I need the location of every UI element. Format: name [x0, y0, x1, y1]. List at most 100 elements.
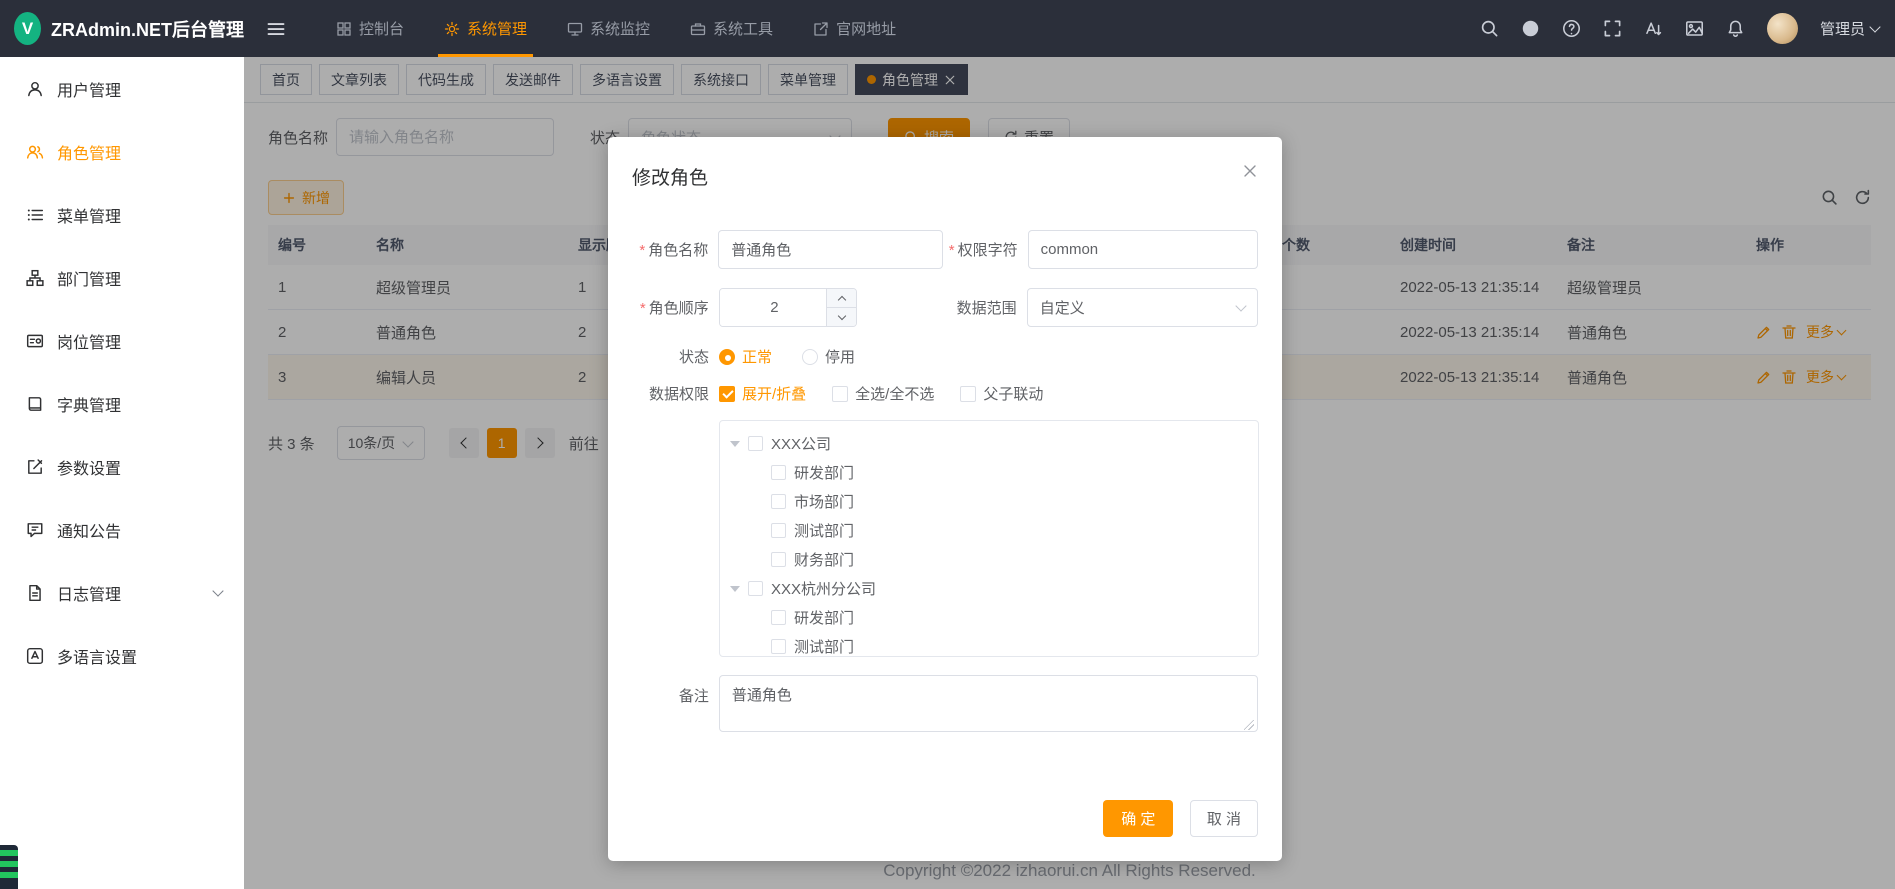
topnav-label: 系统管理 [467, 18, 527, 39]
form-row: *角色名称 *权限字符 [608, 230, 1258, 269]
sidebar-item-label: 日志管理 [57, 581, 121, 605]
sidebar-item-i18n-settings[interactable]: 多语言设置 [0, 624, 244, 687]
tree-checkbox[interactable] [748, 581, 763, 596]
caret-down-icon[interactable] [730, 441, 740, 447]
label-text: 备注 [679, 688, 709, 705]
tree-node-branch-company[interactable]: XXX杭州分公司 [720, 574, 1258, 603]
topnav-label: 控制台 [359, 18, 404, 39]
role-name-label: *角色名称 [608, 239, 718, 260]
tree-node-label[interactable]: 测试部门 [794, 636, 854, 657]
topnav-item-console[interactable]: 控制台 [316, 0, 424, 57]
decrease-button[interactable] [827, 307, 856, 326]
caret-down-icon[interactable] [730, 586, 740, 592]
confirm-button[interactable]: 确 定 [1103, 800, 1173, 837]
checkbox-select-all[interactable]: 全选/全不选 [832, 383, 934, 404]
bell-icon[interactable] [1726, 19, 1745, 38]
tree-checkbox[interactable] [748, 436, 763, 451]
tree-checkbox[interactable] [771, 523, 786, 538]
required-mark: * [640, 300, 646, 317]
tree-node-label[interactable]: 测试部门 [794, 520, 854, 541]
tree-node-label[interactable]: 财务部门 [794, 549, 854, 570]
screenshot-icon[interactable] [1685, 19, 1704, 38]
github-icon[interactable] [1521, 19, 1540, 38]
increase-button[interactable] [827, 289, 856, 307]
topnav-label: 系统工具 [713, 18, 773, 39]
tree-node-dept[interactable]: 测试部门 [720, 516, 1258, 545]
tree-node-label[interactable]: XXX公司 [771, 433, 831, 454]
checkbox-label: 全选/全不选 [855, 383, 934, 404]
label-text: 角色名称 [648, 242, 708, 259]
tree-node-dept[interactable]: 研发部门 [720, 458, 1258, 487]
dialog-body: *角色名称 *权限字符 *角色顺序 数据范围 自定义 状态 [608, 190, 1282, 737]
sidebar-item-notice[interactable]: 通知公告 [0, 498, 244, 561]
tree-checkbox[interactable] [771, 639, 786, 654]
user-menu[interactable]: 管理员 [1820, 18, 1879, 39]
cancel-button[interactable]: 取 消 [1190, 800, 1258, 837]
tree-node-dept[interactable]: 测试部门 [720, 632, 1258, 657]
fullscreen-icon[interactable] [1603, 19, 1622, 38]
tree-checkbox[interactable] [771, 465, 786, 480]
tree-node-label[interactable]: 研发部门 [794, 462, 854, 483]
tree-checkbox[interactable] [771, 552, 786, 567]
stepper-controls [826, 289, 856, 326]
book-icon [26, 395, 44, 413]
corner-widget-icon[interactable] [0, 845, 18, 889]
topnav-item-system-manage[interactable]: 系统管理 [424, 0, 547, 57]
sidebar-item-param-settings[interactable]: 参数设置 [0, 435, 244, 498]
sidebar-item-label: 多语言设置 [57, 644, 137, 668]
topnav-item-system-monitor[interactable]: 系统监控 [547, 0, 670, 57]
data-scope-value: 自定义 [1040, 297, 1085, 318]
topnav-item-system-tools[interactable]: 系统工具 [670, 0, 793, 57]
monitor-icon [567, 21, 583, 37]
help-icon[interactable] [1562, 19, 1581, 38]
label-text: 数据权限 [649, 386, 709, 403]
tree-node-label[interactable]: XXX杭州分公司 [771, 578, 876, 599]
sidebar-item-post-manage[interactable]: 岗位管理 [0, 309, 244, 372]
tree-node-dept[interactable]: 研发部门 [720, 603, 1258, 632]
radio-disabled[interactable]: 停用 [802, 346, 855, 367]
required-mark: * [639, 242, 645, 259]
hamburger-icon[interactable] [266, 19, 286, 39]
remark-label: 备注 [608, 675, 719, 706]
label-text: 角色顺序 [649, 300, 709, 317]
external-link-icon [813, 21, 829, 37]
radio-normal[interactable]: 正常 [719, 346, 772, 367]
resize-handle-icon[interactable] [1244, 720, 1254, 730]
role-name-input[interactable] [718, 230, 943, 269]
edit-role-dialog: 修改角色 *角色名称 *权限字符 *角色顺序 数据范围 自定义 [608, 137, 1282, 861]
topnav-item-official-site[interactable]: 官网地址 [793, 0, 916, 57]
sidebar-item-user-manage[interactable]: 用户管理 [0, 57, 244, 120]
data-scope-select[interactable]: 自定义 [1027, 288, 1258, 327]
font-size-icon[interactable] [1644, 19, 1663, 38]
role-order-stepper [719, 288, 858, 327]
tree-checkbox[interactable] [771, 610, 786, 625]
label-text: 状态 [679, 349, 709, 366]
avatar[interactable] [1767, 13, 1798, 44]
perm-char-input[interactable] [1028, 230, 1258, 269]
label-text: 数据范围 [957, 300, 1017, 317]
checkbox-expand-collapse[interactable]: 展开/折叠 [719, 383, 806, 404]
checkbox-parent-child-link[interactable]: 父子联动 [960, 383, 1043, 404]
roles-icon [26, 143, 44, 161]
sidebar-item-dept-manage[interactable]: 部门管理 [0, 246, 244, 309]
chevron-down-icon [1869, 21, 1880, 32]
sidebar: 用户管理 角色管理 菜单管理 部门管理 岗位管理 字典管理 参数设置 通知公告 … [0, 57, 244, 889]
tree-checkbox[interactable] [771, 494, 786, 509]
sidebar-item-log-manage[interactable]: 日志管理 [0, 561, 244, 624]
sidebar-item-label: 参数设置 [57, 455, 121, 479]
badge-icon [26, 332, 44, 350]
sidebar-item-role-manage[interactable]: 角色管理 [0, 120, 244, 183]
sidebar-item-label: 字典管理 [57, 392, 121, 416]
app-logo[interactable]: V ZRAdmin.NET后台管理 [0, 12, 244, 45]
tree-node-label[interactable]: 研发部门 [794, 607, 854, 628]
remark-textarea[interactable]: 普通角色 [719, 675, 1258, 732]
tree-node-dept[interactable]: 市场部门 [720, 487, 1258, 516]
tree-node-dept[interactable]: 财务部门 [720, 545, 1258, 574]
dialog-close-icon[interactable] [1242, 163, 1258, 179]
language-icon [26, 647, 44, 665]
tree-node-company[interactable]: XXX公司 [720, 429, 1258, 458]
sidebar-item-menu-manage[interactable]: 菜单管理 [0, 183, 244, 246]
search-icon[interactable] [1480, 19, 1499, 38]
sidebar-item-dict-manage[interactable]: 字典管理 [0, 372, 244, 435]
tree-node-label[interactable]: 市场部门 [794, 491, 854, 512]
